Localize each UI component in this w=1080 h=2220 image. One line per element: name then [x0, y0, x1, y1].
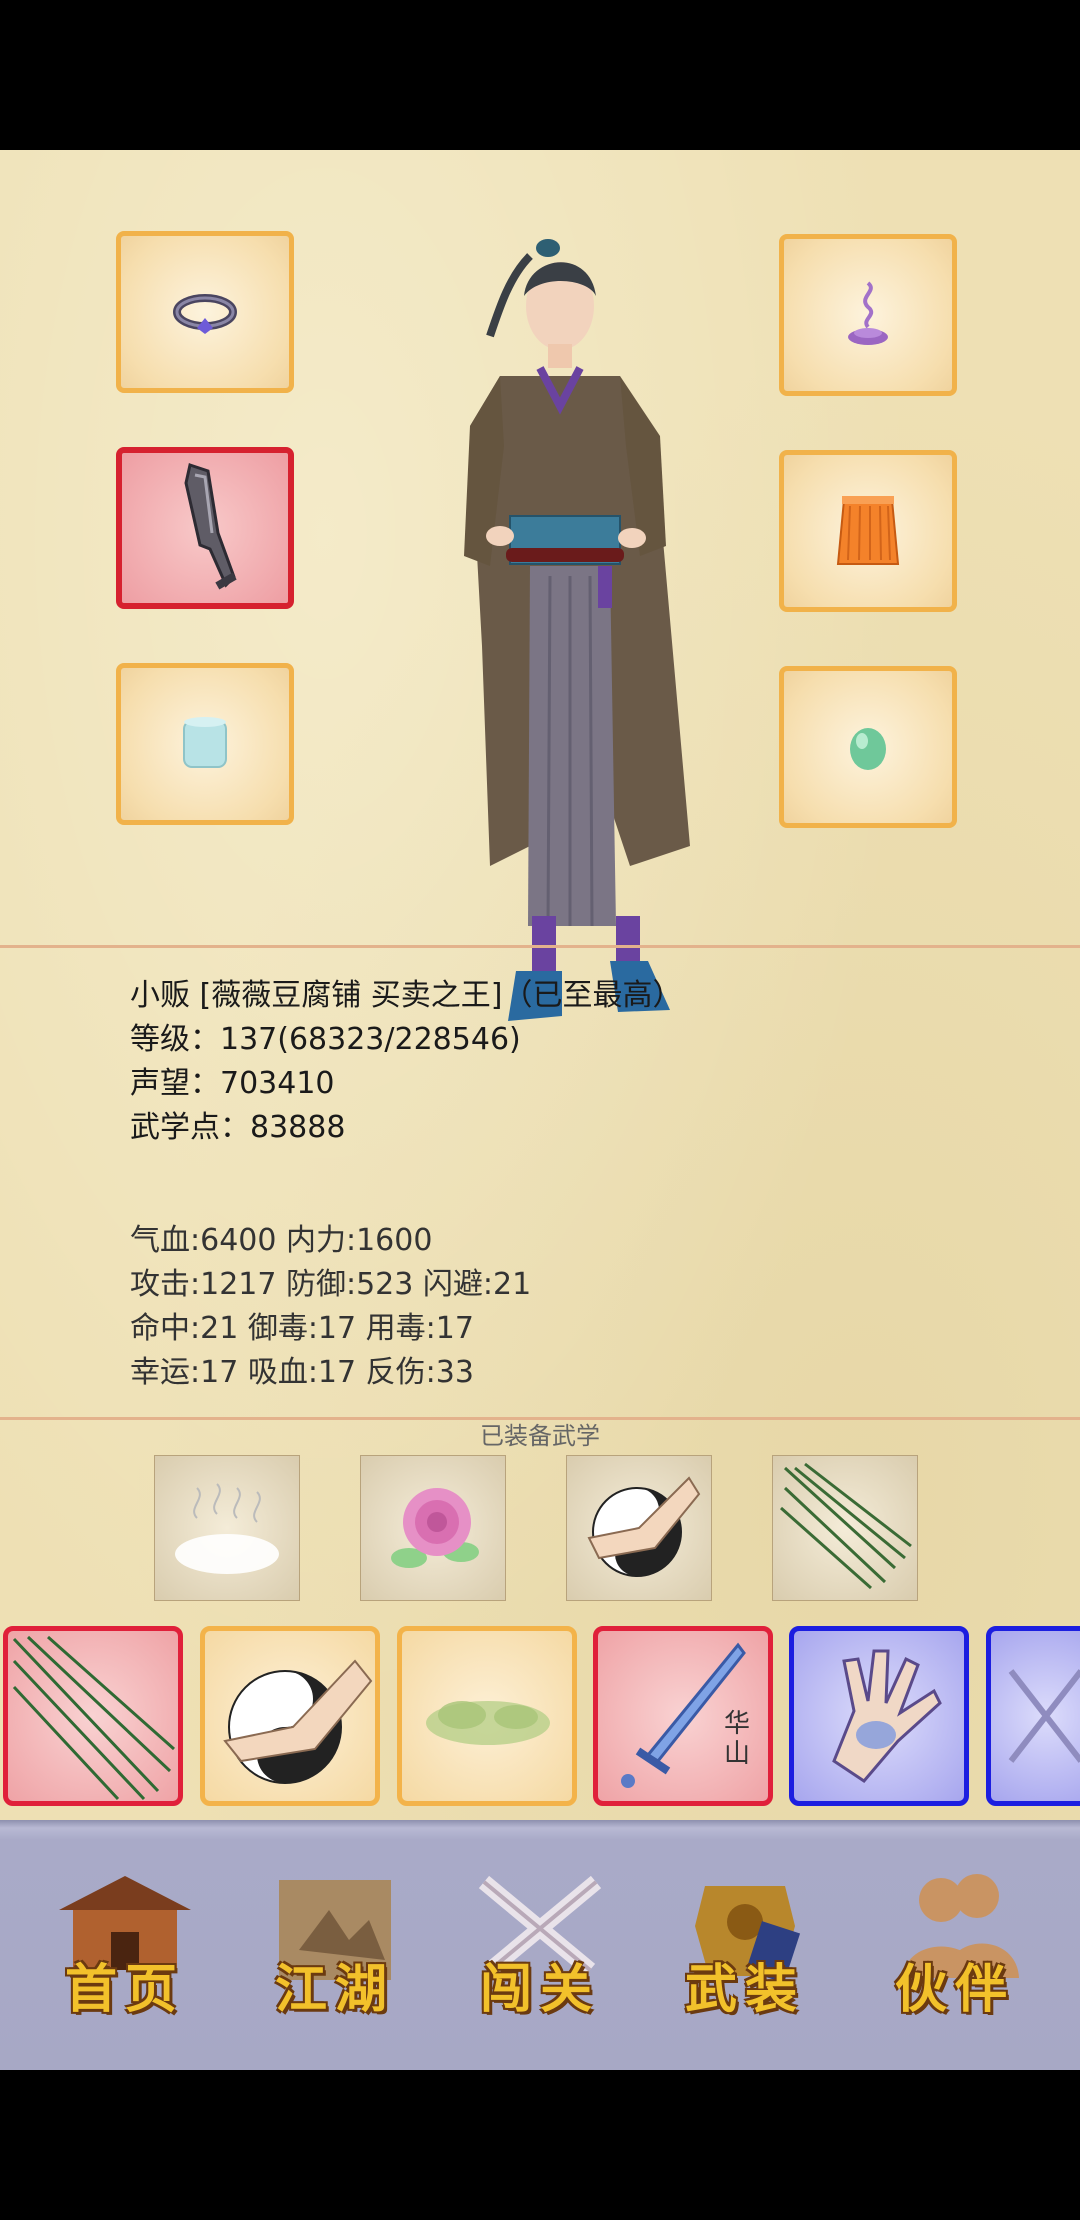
taiji-fist-icon	[587, 1476, 701, 1577]
equip-slot-incense[interactable]	[779, 234, 957, 396]
nav-home-button[interactable]: 首页	[35, 1860, 215, 2030]
equip-slot-jade[interactable]	[779, 666, 957, 828]
bracelet-icon	[183, 717, 227, 768]
peony-icon	[391, 1488, 479, 1568]
martial-item-green-mist[interactable]	[397, 1626, 577, 1806]
nav-challenge-button[interactable]: 闯关	[450, 1860, 630, 2030]
equip-slot-bracelet[interactable]	[116, 663, 294, 825]
divider-top	[0, 945, 1080, 948]
martial-points-text: 武学点：83888	[130, 1110, 346, 1145]
nav-home-label: 首页	[64, 1959, 185, 2020]
equipped-skill-taiji-palm[interactable]	[566, 1455, 712, 1601]
open-palm-icon	[832, 1649, 942, 1783]
stat-line-attack: 攻击:1217 防御:523 闪避:21	[130, 1267, 532, 1302]
nav-partner-button[interactable]: 伙伴	[865, 1860, 1045, 2030]
equipped-skill-peony[interactable]	[360, 1455, 506, 1601]
nav-partner-label: 伙伴	[894, 1959, 1015, 2020]
fame-text: 声望：703410	[130, 1066, 335, 1101]
martial-item-taiji-fist[interactable]	[200, 1626, 380, 1806]
nav-arms-button[interactable]: 武装	[655, 1860, 835, 2030]
level-text: 等级：137(68323/228546)	[130, 1022, 521, 1057]
nav-jianghu-button[interactable]: 江湖	[245, 1860, 425, 2030]
character-screen: 小贩 [薇薇豆腐铺 买卖之王]（已至最高） 等级：137(68323/22854…	[0, 150, 1080, 2070]
bottom-nav: 首页 江湖 闯关 武装 伙伴	[0, 1820, 1080, 2070]
jade-icon	[850, 728, 886, 770]
stat-line-hp-mp: 气血:6400 内力:1600	[130, 1223, 433, 1258]
equip-slot-sword[interactable]	[116, 447, 294, 609]
sword-icon	[184, 463, 237, 590]
crossed-blades-icon	[1008, 1669, 1080, 1763]
pine-needles-icon	[12, 1635, 175, 1801]
equipped-skill-pine-needles[interactable]	[772, 1455, 918, 1601]
green-mist-icon	[426, 1701, 550, 1745]
character-title: 小贩 [薇薇豆腐铺 买卖之王]（已至最高）	[130, 978, 683, 1013]
taiji-fist-icon	[223, 1659, 373, 1784]
skirt-armor-icon	[836, 496, 900, 565]
nav-arms-label: 武装	[684, 1959, 805, 2020]
martial-item-partial[interactable]	[986, 1626, 1080, 1806]
martial-item-pine-needles[interactable]	[3, 1626, 183, 1806]
pine-needles-icon	[780, 1462, 912, 1590]
nav-challenge-label: 闯关	[479, 1959, 600, 2020]
martial-item-huashan-sword[interactable]: 华山	[593, 1626, 773, 1806]
character-portrait	[464, 239, 690, 1021]
cloud-steam-icon	[175, 1483, 279, 1574]
stat-line-luck: 幸运:17 吸血:17 反伤:33	[130, 1355, 474, 1390]
equipped-martial-heading: 已装备武学	[480, 1422, 600, 1450]
ring-icon	[173, 294, 237, 334]
incense-icon	[848, 281, 888, 345]
nav-jianghu-label: 江湖	[274, 1959, 395, 2020]
huashan-label: 华山	[724, 1709, 751, 1769]
equip-slot-armor[interactable]	[779, 450, 957, 612]
equipped-skill-cloud[interactable]	[154, 1455, 300, 1601]
stat-line-hit: 命中:21 御毒:17 用毒:17	[130, 1311, 474, 1346]
equip-slot-ring[interactable]	[116, 231, 294, 393]
martial-item-open-palm[interactable]	[789, 1626, 969, 1806]
